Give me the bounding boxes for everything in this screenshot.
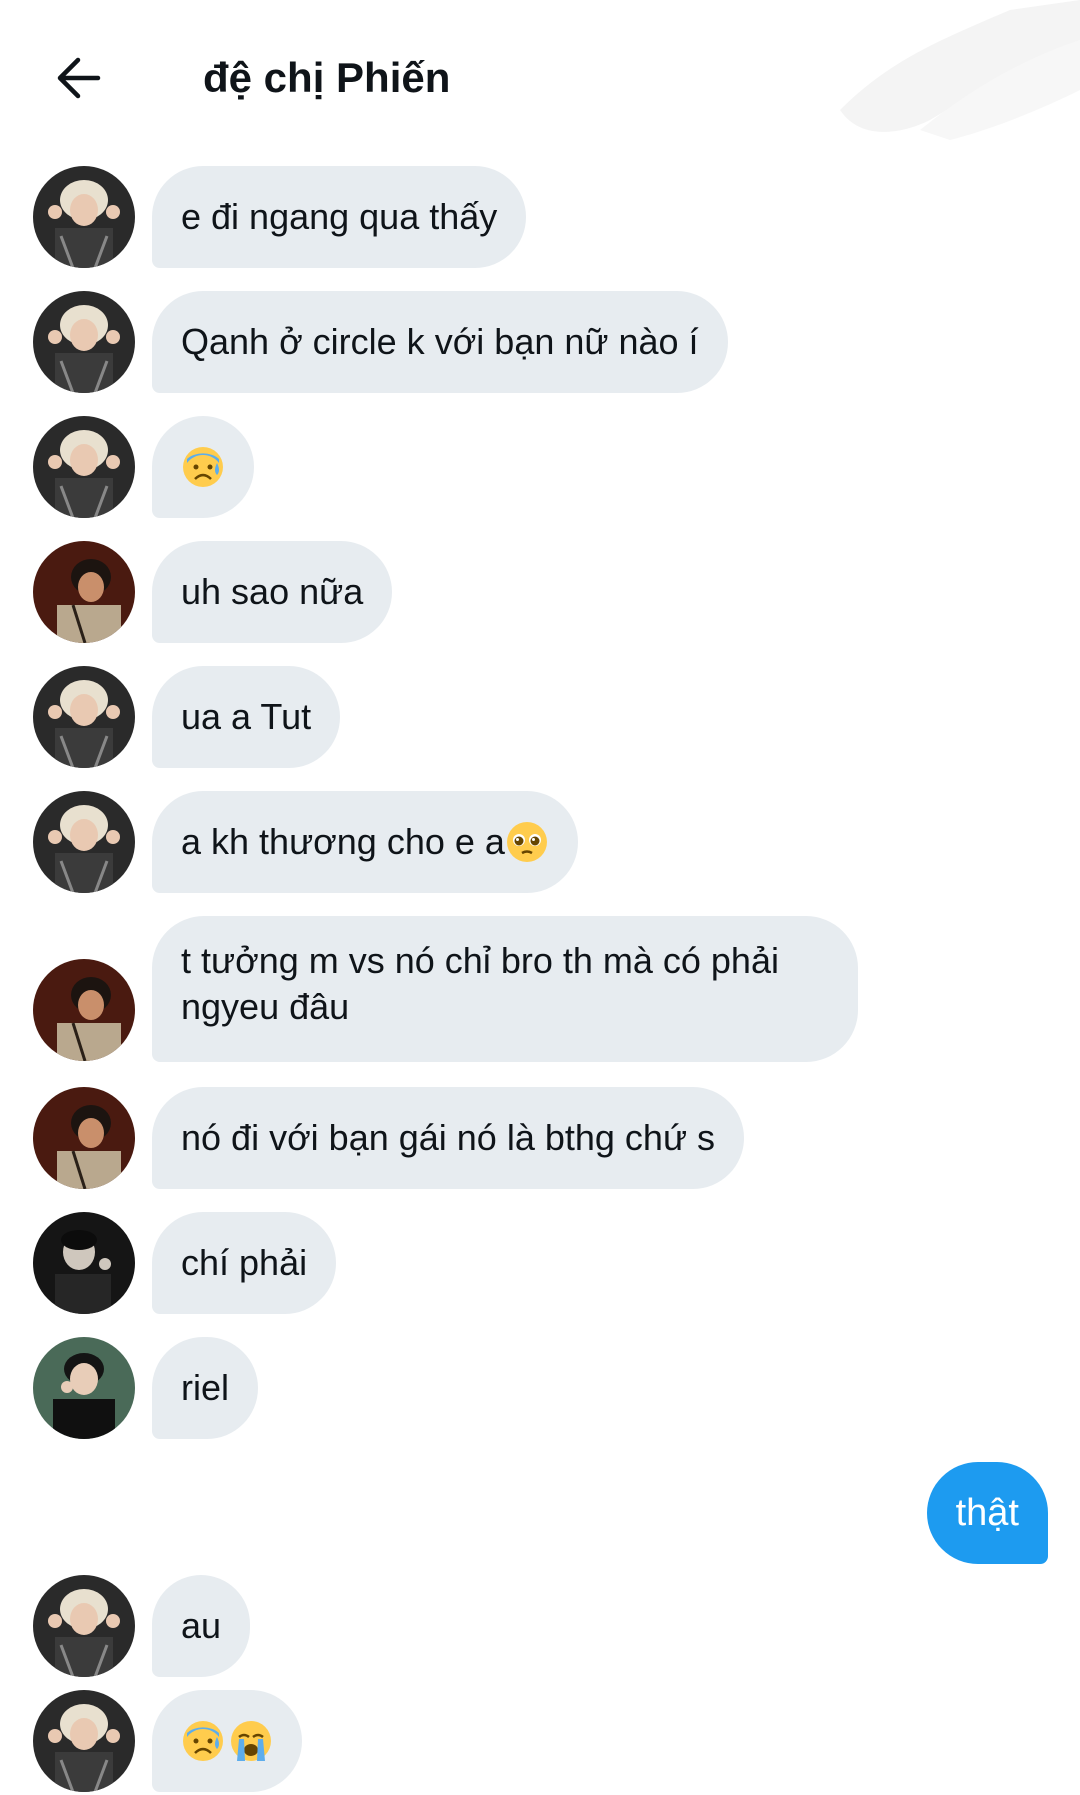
message-bubble[interactable]: uh sao nữa xyxy=(152,541,393,643)
sender-avatar[interactable] xyxy=(33,791,135,893)
message-text: riel xyxy=(181,1367,230,1408)
avatar-blond-image xyxy=(33,166,135,268)
chat-header: đệ chị Phiến xyxy=(0,0,1080,150)
message-text: thật xyxy=(955,1492,1019,1534)
loudly-crying-emoji xyxy=(231,1721,271,1761)
message-text: Qanh ở circle k với bạn nữ nào í xyxy=(181,321,699,362)
message-bubble[interactable]: a kh thương cho e a xyxy=(152,791,578,893)
message-bubble[interactable]: e đi ngang qua thấy xyxy=(152,166,527,268)
message-bubble[interactable] xyxy=(152,1690,302,1792)
message-text: e đi ngang qua thấy xyxy=(181,196,498,237)
conversation-title: đệ chị Phiến xyxy=(203,54,451,101)
sender-avatar[interactable] xyxy=(33,959,135,1061)
sender-avatar[interactable] xyxy=(33,1690,135,1792)
watermark-brush-graphic xyxy=(840,0,1080,140)
sender-avatar[interactable] xyxy=(33,291,135,393)
avatar-blond-image xyxy=(33,791,135,893)
sender-avatar[interactable] xyxy=(33,166,135,268)
message-bubble[interactable]: Qanh ở circle k với bạn nữ nào í xyxy=(152,291,728,393)
anxious-sweat-emoji xyxy=(183,447,223,487)
sender-avatar[interactable] xyxy=(33,416,135,518)
avatar-blond-image xyxy=(33,416,135,518)
avatar-dark-red-image xyxy=(33,959,135,1061)
message-bubble[interactable]: ua a Tut xyxy=(152,666,341,768)
message-text: uh sao nữa xyxy=(181,571,364,612)
arrow-left-icon xyxy=(57,57,101,99)
sender-avatar[interactable] xyxy=(33,666,135,768)
message-bubble[interactable]: riel xyxy=(152,1337,259,1439)
sender-avatar[interactable] xyxy=(33,1337,135,1439)
message-text: a kh thương cho e a xyxy=(181,821,505,862)
sender-avatar[interactable] xyxy=(33,1575,135,1677)
message-text: t tưởng m vs nó chỉ bro th mà có phải ng… xyxy=(181,940,779,1027)
avatar-dark-red-image xyxy=(33,541,135,643)
avatar-blond-image xyxy=(33,291,135,393)
message-text: au xyxy=(181,1605,222,1646)
avatar-dark-hair-image xyxy=(33,1337,135,1439)
avatar-dark-mono-image xyxy=(33,1212,135,1314)
message-text: chí phải xyxy=(181,1242,308,1283)
avatar-blond-image xyxy=(33,666,135,768)
message-text: nó đi với bạn gái nó là bthg chứ s xyxy=(181,1117,716,1158)
message-text: ua a Tut xyxy=(181,696,312,737)
message-bubble[interactable]: t tưởng m vs nó chỉ bro th mà có phải ng… xyxy=(152,916,858,1062)
pleading-face-emoji xyxy=(506,822,547,862)
message-bubble[interactable]: au xyxy=(152,1575,251,1677)
avatar-blond-image xyxy=(33,1575,135,1677)
sender-avatar[interactable] xyxy=(33,541,135,643)
own-message-bubble[interactable]: thật xyxy=(926,1462,1048,1564)
message-bubble[interactable]: nó đi với bạn gái nó là bthg chứ s xyxy=(152,1087,745,1189)
back-button[interactable] xyxy=(46,46,110,110)
sender-avatar[interactable] xyxy=(33,1212,135,1314)
avatar-blond-image xyxy=(33,1690,135,1792)
sender-avatar[interactable] xyxy=(33,1087,135,1189)
message-bubble[interactable]: chí phải xyxy=(152,1212,337,1314)
anxious-sweat-emoji xyxy=(183,1721,223,1761)
avatar-dark-red-image xyxy=(33,1087,135,1189)
message-bubble[interactable] xyxy=(152,416,254,518)
